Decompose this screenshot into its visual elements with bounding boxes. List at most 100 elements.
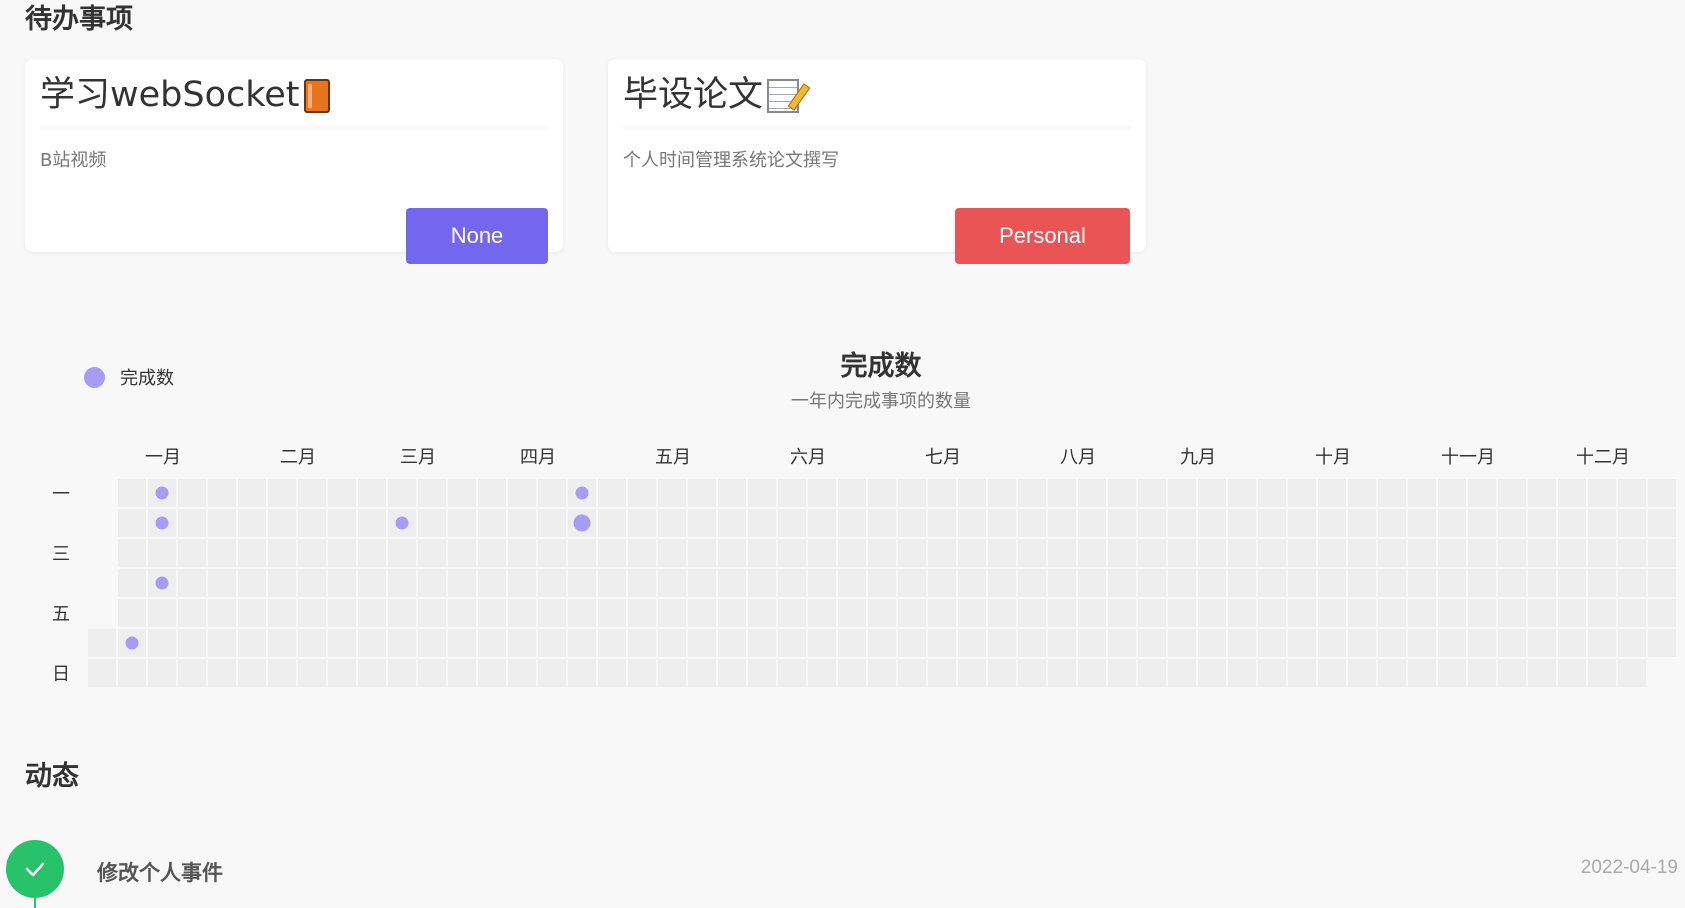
- heatmap-point: [155, 486, 169, 500]
- heatmap-cell: [1348, 539, 1376, 567]
- heatmap-cell: [238, 569, 266, 597]
- heatmap-cell: [1108, 509, 1136, 537]
- heatmap-cell: [1018, 479, 1046, 507]
- heatmap-cell: [1408, 569, 1436, 597]
- heatmap-cell: [1528, 599, 1556, 627]
- heatmap-cell: [208, 569, 236, 597]
- heatmap-cell: [1318, 629, 1346, 657]
- heatmap-cell: [1648, 629, 1676, 657]
- heatmap-cell: [898, 629, 926, 657]
- heatmap-cell: [418, 479, 446, 507]
- heatmap-cell: [118, 569, 146, 597]
- heatmap-cell: [1138, 599, 1166, 627]
- heatmap-cell: [1378, 479, 1406, 507]
- heatmap-cell: [268, 509, 296, 537]
- heatmap-cell: [808, 509, 836, 537]
- heatmap-cell: [1318, 659, 1346, 687]
- heatmap-cell: [478, 539, 506, 567]
- heatmap-cell: [988, 539, 1016, 567]
- heatmap-cell: [388, 629, 416, 657]
- heatmap-cell: [1198, 569, 1226, 597]
- heatmap-cell: [1588, 539, 1616, 567]
- heatmap-cell: [328, 659, 356, 687]
- heatmap-cell: [298, 479, 326, 507]
- heatmap-cell: [508, 599, 536, 627]
- heatmap-point: [155, 576, 169, 590]
- heatmap-cell: [118, 539, 146, 567]
- month-label: 五月: [655, 447, 691, 468]
- heatmap-cell: [1138, 569, 1166, 597]
- month-label: 九月: [1180, 447, 1216, 468]
- heatmap-cell: [778, 629, 806, 657]
- heatmap-cell: [448, 599, 476, 627]
- heatmap-cell: [958, 659, 986, 687]
- heatmap-cell: [868, 599, 896, 627]
- heatmap-cell: [238, 479, 266, 507]
- heatmap-cell: [1588, 599, 1616, 627]
- heatmap-cell: [1168, 599, 1196, 627]
- heatmap-cell: [1558, 539, 1586, 567]
- heatmap-cell: [1078, 509, 1106, 537]
- heatmap-cell: [598, 509, 626, 537]
- heatmap-cell: [748, 599, 776, 627]
- heatmap-cell: [298, 539, 326, 567]
- heatmap-cell: [418, 539, 446, 567]
- heatmap-cell: [358, 599, 386, 627]
- heatmap-cell: [1108, 659, 1136, 687]
- heatmap-cell: [478, 569, 506, 597]
- heatmap-cell: [1408, 539, 1436, 567]
- heatmap-cell: [1618, 479, 1646, 507]
- heatmap-cell: [778, 539, 806, 567]
- heatmap-cell: [718, 599, 746, 627]
- heatmap-cell: [1288, 539, 1316, 567]
- heatmap-cell: [298, 569, 326, 597]
- heatmap-cell: [1228, 629, 1256, 657]
- heatmap-cell: [1378, 569, 1406, 597]
- heatmap-cell: [1138, 509, 1166, 537]
- heatmap-cell: [1198, 509, 1226, 537]
- heatmap-cell: [898, 599, 926, 627]
- heatmap-cell: [388, 659, 416, 687]
- month-label: 二月: [280, 447, 316, 468]
- heatmap-cell: [1468, 659, 1496, 687]
- heatmap-cell: [838, 539, 866, 567]
- check-icon: [25, 862, 45, 877]
- heatmap-cell: [538, 479, 566, 507]
- heatmap-cell: [598, 479, 626, 507]
- heatmap-cell: [268, 479, 296, 507]
- heatmap-cell: [1588, 569, 1616, 597]
- heatmap-cell: [1498, 479, 1526, 507]
- heatmap-cell: [538, 509, 566, 537]
- heatmap-cell: [1228, 509, 1256, 537]
- heatmap-cell: [1048, 539, 1076, 567]
- heatmap-cell: [1558, 509, 1586, 537]
- heatmap-cell: [388, 539, 416, 567]
- heatmap-cell: [1498, 509, 1526, 537]
- heatmap-cell: [838, 599, 866, 627]
- heatmap-cell: [388, 599, 416, 627]
- heatmap-cell: [1258, 659, 1286, 687]
- heatmap-cell: [1108, 629, 1136, 657]
- heatmap-cell: [928, 659, 956, 687]
- heatmap-cell: [988, 629, 1016, 657]
- heatmap-cell: [148, 629, 176, 657]
- heatmap-cell: [568, 539, 596, 567]
- heatmap-cell: [178, 479, 206, 507]
- heatmap-cell: [1228, 659, 1256, 687]
- heatmap-cell: [1588, 629, 1616, 657]
- heatmap-cell: [568, 659, 596, 687]
- heatmap-cell: [478, 659, 506, 687]
- heatmap-cell: [1078, 479, 1106, 507]
- calendar-heatmap[interactable]: 一月 二月 三月 四月 五月 六月 七月 八月 九月 十月 十一月 十二月一三五日: [0, 0, 1685, 700]
- heatmap-cell: [1318, 599, 1346, 627]
- heatmap-point: [573, 514, 591, 532]
- heatmap-cell: [1498, 539, 1526, 567]
- heatmap-cell: [148, 539, 176, 567]
- heatmap-cell: [118, 599, 146, 627]
- heatmap-cell: [1348, 599, 1376, 627]
- heatmap-cell: [808, 629, 836, 657]
- heatmap-cell: [298, 599, 326, 627]
- heatmap-cell: [1468, 569, 1496, 597]
- heatmap-cell: [838, 659, 866, 687]
- heatmap-cell: [208, 509, 236, 537]
